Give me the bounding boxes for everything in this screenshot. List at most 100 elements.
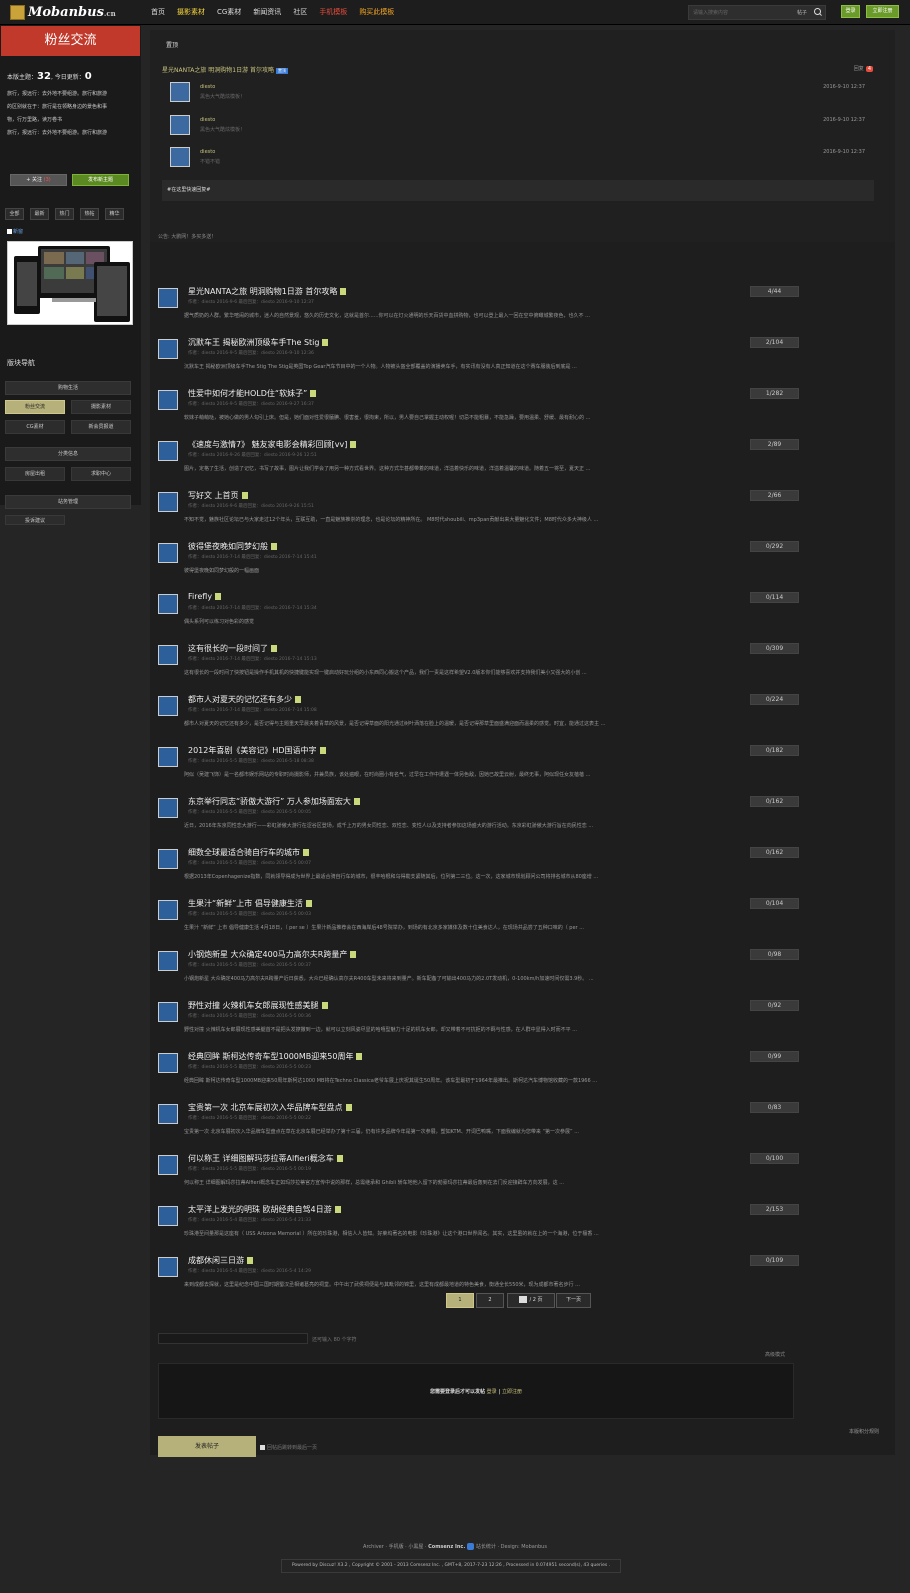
attachment-icon bbox=[271, 645, 277, 652]
register-link[interactable]: 立即注册 bbox=[502, 1389, 522, 1395]
jump-last-page-checkbox[interactable]: 回帖后跳转到最后一页 bbox=[260, 1444, 317, 1451]
nav-item[interactable]: 手机模板 bbox=[313, 0, 353, 25]
reply-user[interactable]: diesto bbox=[200, 149, 215, 155]
submit-post-button[interactable]: 发表帖子 bbox=[158, 1436, 256, 1457]
thread-row[interactable]: 东京举行同志“骄傲大游行” 万人参加场面宏大 作者：diesto 2016-5-5… bbox=[150, 787, 895, 838]
filter-latest[interactable]: 最新 bbox=[30, 208, 49, 220]
page-jump[interactable]: / 2 页 bbox=[507, 1293, 555, 1308]
thread-row[interactable]: 性爱中如何才能HOLD住“软妹子” 作者：diesto 2016-9-5 最后回复… bbox=[150, 379, 895, 430]
nav-link-fans[interactable]: 粉丝交流 bbox=[5, 400, 65, 414]
avatar[interactable] bbox=[158, 1257, 178, 1277]
thread-meta: 作者：diesto 2016-9-26 最后回复：diesto 2016-9-2… bbox=[188, 453, 317, 458]
thread-row[interactable]: Firefly 作者：diesto 2016-7-14 最后回复：diesto 2… bbox=[150, 583, 895, 634]
next-page-button[interactable]: 下一页 bbox=[556, 1293, 591, 1308]
avatar[interactable] bbox=[158, 543, 178, 563]
nav-link-feedback[interactable]: 投诉建议 bbox=[5, 515, 65, 525]
sticky-reply-count: 回复 4 bbox=[853, 66, 873, 72]
avatar[interactable] bbox=[170, 82, 190, 102]
avatar[interactable] bbox=[158, 849, 178, 869]
nav-link-photo[interactable]: 摄影素材 bbox=[71, 400, 131, 414]
register-button[interactable]: 立即注册 bbox=[866, 5, 899, 18]
sticky-thread-title[interactable]: 星光NANTA之旅 明洞购物1日游 首尔攻略 置顶 bbox=[162, 65, 289, 74]
nav-link-jobs[interactable]: 求职中心 bbox=[71, 467, 131, 481]
thread-row[interactable]: 都市人对夏天的记忆还有多少 作者：diesto 2016-7-14 最后回复：di… bbox=[150, 685, 895, 736]
thread-row[interactable]: 何以称王 详细图解玛莎拉蒂Alfieri概念车 作者：diesto 2016-5-… bbox=[150, 1144, 895, 1195]
thread-excerpt: 偶头系列可以练习对色彩的感觉 bbox=[184, 619, 255, 625]
nav-item[interactable]: CG素材 bbox=[211, 0, 247, 25]
thread-row[interactable]: 写好文 上首页 作者：diesto 2016-9-6 最后回复：diesto 20… bbox=[150, 481, 895, 532]
nav-link-newmember[interactable]: 新会员报道 bbox=[71, 420, 131, 434]
thread-row[interactable]: 经典回眸 斯柯达传奇车型1000MB迎来50周年 作者：diesto 2016-5… bbox=[150, 1042, 895, 1093]
avatar[interactable] bbox=[158, 1053, 178, 1073]
avatar[interactable] bbox=[158, 1104, 178, 1124]
thread-row[interactable]: 生果汁“新鲜”上市 倡导健康生活 作者：diesto 2016-5-5 最后回复：… bbox=[150, 889, 895, 940]
reply-user[interactable]: diesto bbox=[200, 117, 215, 123]
thread-row[interactable]: 这有很长的一段时间了 作者：diesto 2016-7-14 最后回复：diest… bbox=[150, 634, 895, 685]
reply-view-count: 0/92 bbox=[750, 1000, 799, 1011]
thread-row[interactable]: 沉默车王 揭秘欧洲顶级车手The Stig 作者：diesto 2016-9-5 … bbox=[150, 328, 895, 379]
nav-item[interactable]: 新闻资讯 bbox=[247, 0, 287, 25]
announcement[interactable]: 公告: 大鹏网！多买多送！ bbox=[158, 233, 216, 240]
filter-hotpost[interactable]: 热帖 bbox=[80, 208, 99, 220]
avatar[interactable] bbox=[170, 147, 190, 167]
template-preview-image[interactable] bbox=[7, 241, 133, 325]
thread-row[interactable]: 成都休闲三日游 作者：diesto 2016-5-4 最后回复：diesto 20… bbox=[150, 1246, 895, 1297]
nav-item[interactable]: 摄影素材 bbox=[171, 0, 211, 25]
nav-link-rent[interactable]: 房屋出租 bbox=[5, 467, 65, 481]
advanced-mode-link[interactable]: 高级模式 bbox=[765, 1351, 785, 1358]
thread-row[interactable]: 2012年喜剧《美容记》HD国语中字 作者：diesto 2016-5-5 最后回… bbox=[150, 736, 895, 787]
search-type-select[interactable]: 帖子 bbox=[797, 9, 811, 16]
thread-row[interactable]: 宝贵第一次 北京车展初次入华品牌车型盘点 作者：diesto 2016-5-5 最… bbox=[150, 1093, 895, 1144]
nav-link-cg[interactable]: CG素材 bbox=[5, 420, 65, 434]
reply-user[interactable]: diesto bbox=[200, 84, 215, 90]
page-1-button[interactable]: 1 bbox=[446, 1293, 474, 1308]
thread-row[interactable]: 《速度与激情7》 魅友家电影会精彩回顾[vv] 作者：diesto 2016-9-… bbox=[150, 430, 895, 481]
login-button[interactable]: 登录 bbox=[841, 5, 860, 18]
group-admin[interactable]: 站务管理 bbox=[5, 495, 131, 509]
filter-digest[interactable]: 精华 bbox=[105, 208, 124, 220]
filter-hot[interactable]: 热门 bbox=[55, 208, 74, 220]
page-2-button[interactable]: 2 bbox=[476, 1293, 504, 1308]
follow-button[interactable]: + 关注 (3) bbox=[10, 174, 67, 186]
avatar[interactable] bbox=[158, 747, 178, 767]
nav-item[interactable]: 首页 bbox=[145, 0, 171, 25]
credit-rules-link[interactable]: 本版积分规则 bbox=[849, 1428, 879, 1435]
avatar[interactable] bbox=[158, 1155, 178, 1175]
quick-reply-box[interactable]: #在这里快速回复# bbox=[162, 180, 874, 201]
avatar[interactable] bbox=[158, 441, 178, 461]
thread-row[interactable]: 星光NANTA之旅 明洞购物1日游 首尔攻略 作者：diesto 2016-9-6… bbox=[150, 277, 895, 328]
group-classified[interactable]: 分类信息 bbox=[5, 447, 131, 461]
reply-title-input[interactable] bbox=[158, 1333, 308, 1344]
avatar[interactable] bbox=[158, 492, 178, 512]
thread-row[interactable]: 太平洋上发光的明珠 欧胡经典自驾4日游 作者：diesto 2016-5-4 最后… bbox=[150, 1195, 895, 1246]
avatar[interactable] bbox=[158, 390, 178, 410]
avatar[interactable] bbox=[158, 951, 178, 971]
avatar[interactable] bbox=[158, 288, 178, 308]
avatar[interactable] bbox=[170, 115, 190, 135]
thread-row[interactable]: 细数全球最适合骑自行车的城市 作者：diesto 2016-5-5 最后回复：di… bbox=[150, 838, 895, 889]
group-shopping[interactable]: 购物生活 bbox=[5, 381, 131, 395]
thread-meta: 作者：diesto 2016-5-5 最后回复：diesto 2016-5-18… bbox=[188, 759, 314, 764]
search-icon[interactable] bbox=[811, 6, 825, 19]
site-logo[interactable]: Mobanbus.cn bbox=[10, 3, 116, 22]
thread-meta: 作者：diesto 2016-5-5 最后回复：diesto 2016-5-5 … bbox=[188, 1167, 312, 1172]
avatar[interactable] bbox=[158, 645, 178, 665]
thread-row[interactable]: 小钢炮新星 大众确定400马力高尔夫R跨量产 作者：diesto 2016-5-5… bbox=[150, 940, 895, 991]
new-window-checkbox[interactable]: 新窗 bbox=[7, 228, 23, 235]
search-input[interactable]: 请输入搜索内容 bbox=[689, 9, 797, 16]
avatar[interactable] bbox=[158, 798, 178, 818]
thread-row[interactable]: 野性对撞 火辣机车女郎展现性感美腿 作者：diesto 2016-5-5 最后回复… bbox=[150, 991, 895, 1042]
login-link[interactable]: 登录 bbox=[487, 1389, 497, 1395]
avatar[interactable] bbox=[158, 1206, 178, 1226]
new-topic-button[interactable]: 发布新主题 bbox=[72, 174, 129, 186]
nav-item[interactable]: 社区 bbox=[287, 0, 313, 25]
reply-editor[interactable]: 您需要登录后才可以发帖 登录 | 立即注册 bbox=[158, 1363, 794, 1419]
avatar[interactable] bbox=[158, 339, 178, 359]
thread-row[interactable]: 彼得堡夜晚如同梦幻般 作者：diesto 2016-7-14 最后回复：diest… bbox=[150, 532, 895, 583]
avatar[interactable] bbox=[158, 696, 178, 716]
avatar[interactable] bbox=[158, 900, 178, 920]
filter-all[interactable]: 全部 bbox=[5, 208, 24, 220]
nav-item[interactable]: 购买此模板 bbox=[353, 0, 400, 25]
avatar[interactable] bbox=[158, 594, 178, 614]
avatar[interactable] bbox=[158, 1002, 178, 1022]
